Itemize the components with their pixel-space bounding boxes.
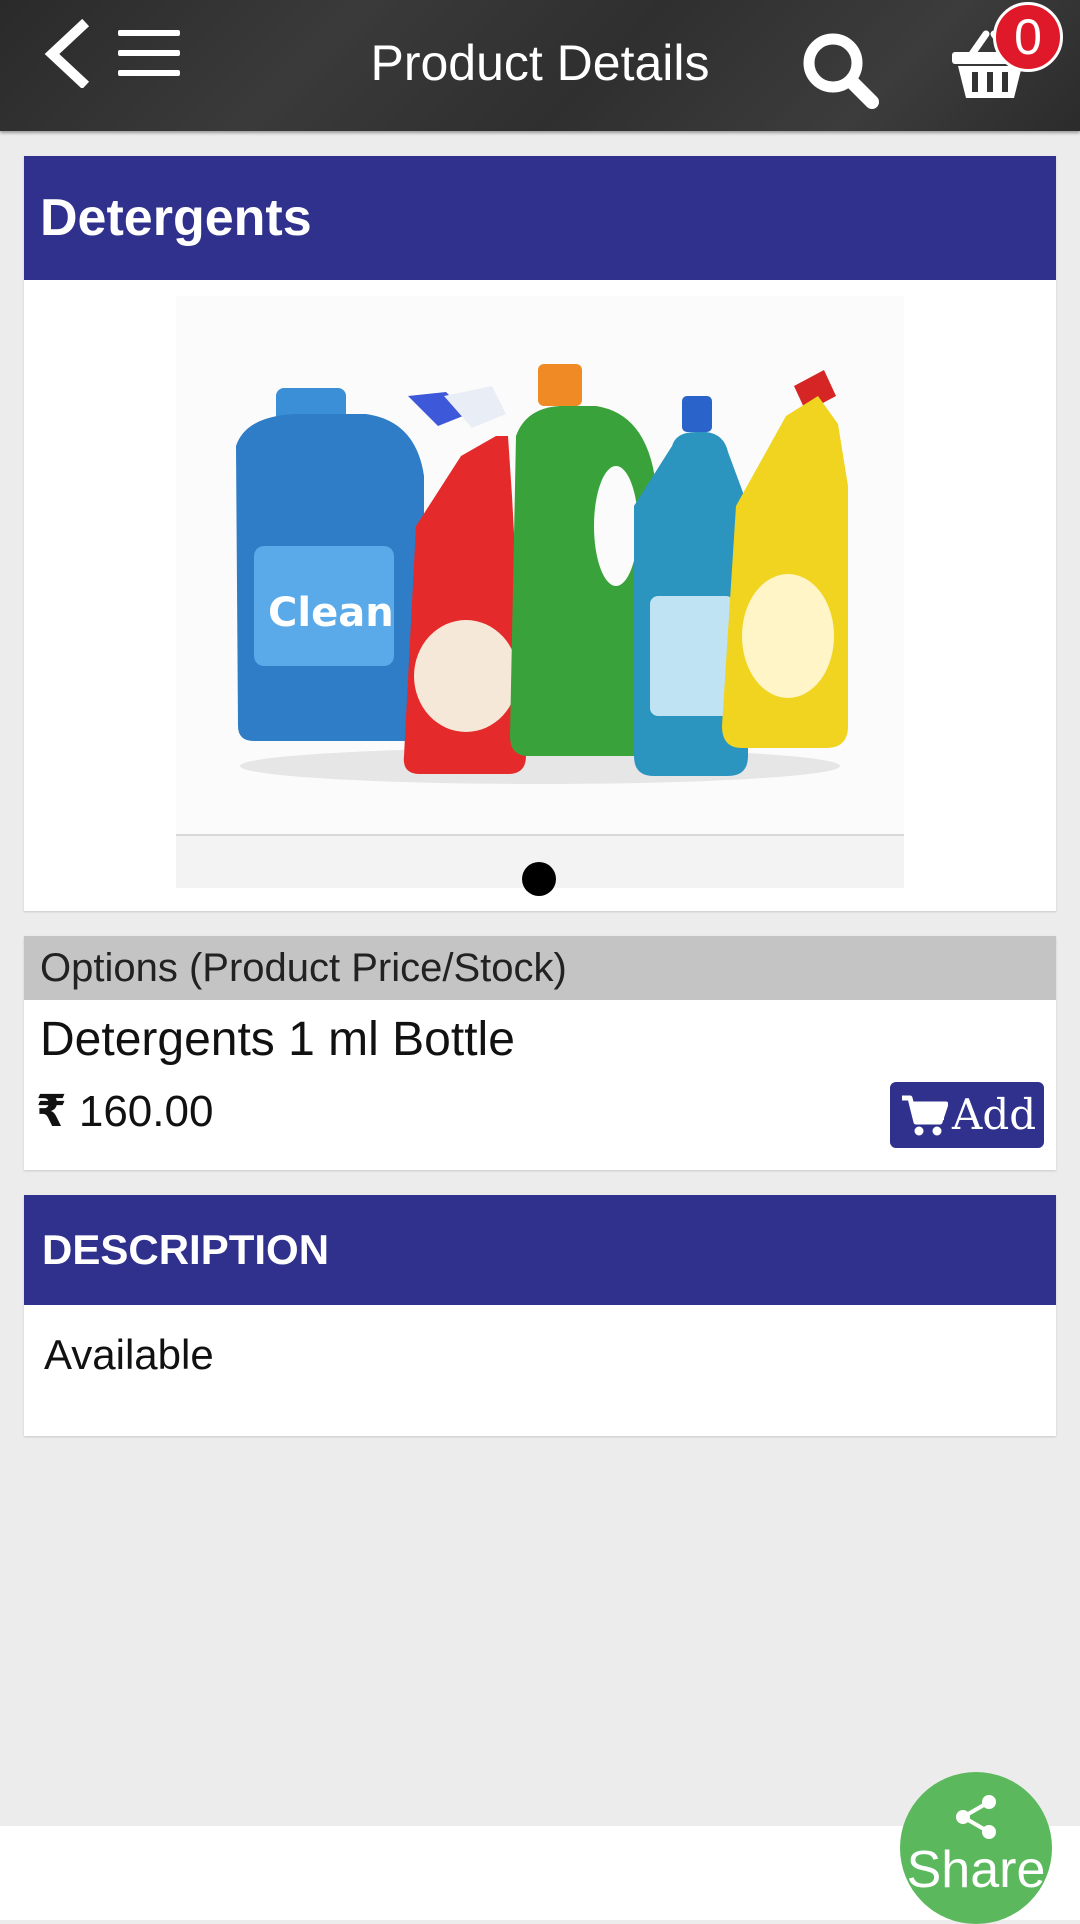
description-text: Available xyxy=(44,1331,214,1378)
description-card: DESCRIPTION Available xyxy=(24,1195,1056,1436)
option-name: Detergents 1 ml Bottle xyxy=(40,1013,515,1066)
hamburger-line xyxy=(118,50,180,56)
back-button[interactable] xyxy=(40,18,100,90)
cart-count-badge: 0 xyxy=(993,2,1063,72)
options-header: Options (Product Price/Stock) xyxy=(24,936,1056,1000)
chevron-left-icon xyxy=(44,18,90,90)
share-button[interactable]: Share xyxy=(900,1772,1052,1924)
search-icon xyxy=(803,33,879,109)
product-category-title: Detergents xyxy=(24,156,1056,280)
add-button-label: Add xyxy=(952,1090,1037,1139)
cart-icon xyxy=(902,1095,948,1136)
share-label: Share xyxy=(906,1841,1046,1899)
hamburger-line xyxy=(118,30,180,36)
carousel-indicator-dot[interactable] xyxy=(522,862,556,896)
options-card: Options (Product Price/Stock) Detergents… xyxy=(24,936,1056,1170)
detergent-bottles-illustration: Clean xyxy=(236,364,848,784)
svg-text:Clean: Clean xyxy=(268,590,394,636)
top-app-bar: Product Details 0 xyxy=(0,0,1080,131)
description-header: DESCRIPTION xyxy=(24,1195,1056,1305)
add-to-cart-button[interactable]: Add xyxy=(890,1082,1044,1148)
option-price: ₹ 160.00 xyxy=(36,1086,213,1137)
product-card: Detergents Clean xyxy=(24,156,1056,911)
search-button[interactable] xyxy=(800,30,880,110)
rupee-icon: ₹ xyxy=(36,1087,67,1136)
price-value: 160.00 xyxy=(78,1087,214,1136)
product-image[interactable]: Clean xyxy=(176,296,904,888)
share-icon xyxy=(956,1795,996,1839)
menu-button[interactable] xyxy=(118,30,180,76)
hamburger-line xyxy=(118,70,180,76)
